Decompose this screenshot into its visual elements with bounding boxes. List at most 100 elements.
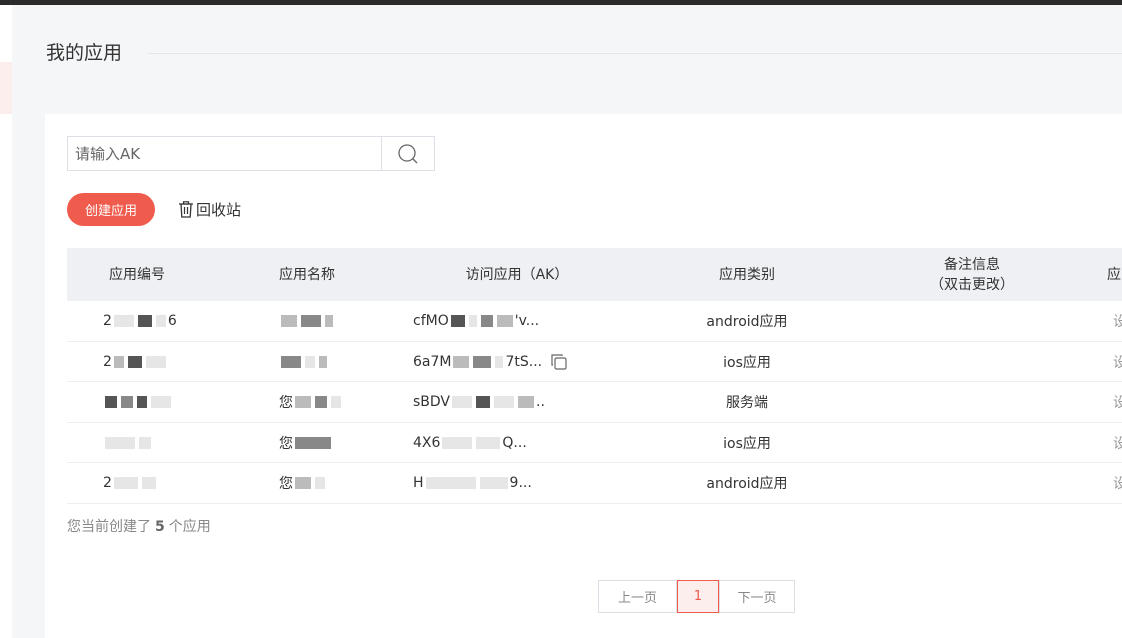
redaction [295, 477, 311, 489]
table-row: 您 4X6 Q... ios应用 设 [67, 423, 1122, 463]
app-name-cell [279, 342, 399, 382]
main-panel: 创建应用 回收站 应用编号 应用名称 访问应用（AK） 应用类别 备注信息 （双… [45, 114, 1122, 638]
redaction [480, 315, 493, 327]
operation-link[interactable]: 设 [1113, 382, 1122, 422]
app-type-cell: ios应用 [723, 435, 771, 452]
search-input[interactable] [68, 137, 381, 170]
ak-text: sBDV [413, 394, 451, 410]
app-id-cell: 2 [103, 342, 223, 382]
table-header: 应用编号 应用名称 访问应用（AK） 应用类别 备注信息 （双击更改） 应 [67, 248, 1122, 301]
header-remark-line1: 备注信息 [944, 256, 1000, 273]
app-id-cell [103, 423, 223, 463]
app-name-cell [279, 301, 399, 341]
redaction [295, 436, 331, 449]
app-name-text: 您 [279, 476, 293, 492]
redaction [319, 355, 327, 368]
redaction [476, 436, 501, 449]
redaction [473, 355, 492, 368]
header-app-type: 应用类别 [719, 266, 775, 283]
redaction [155, 315, 166, 327]
redaction [325, 315, 333, 327]
redaction [479, 477, 508, 489]
redaction [281, 355, 301, 368]
redaction [295, 396, 311, 408]
app-name-cell: 您 [279, 382, 399, 422]
header-app-name: 应用名称 [279, 266, 335, 283]
redaction [113, 355, 124, 368]
pagination: 上一页 1 下一页 [598, 580, 795, 613]
redaction [139, 436, 151, 449]
ak-tail: 'v... [514, 313, 540, 329]
app-type-cell: android应用 [706, 476, 788, 492]
ak-cell: sBDV.. [413, 382, 603, 422]
redaction [315, 477, 325, 489]
redaction [494, 396, 515, 408]
redaction [105, 396, 117, 408]
redaction [281, 315, 297, 327]
operation-link[interactable]: 设 [1113, 342, 1122, 382]
redaction [301, 315, 321, 327]
app-id-text: 2 [103, 353, 112, 370]
app-type-cell: 服务端 [726, 395, 768, 411]
redaction [450, 315, 465, 327]
ak-tail: 7tS... [505, 353, 543, 370]
redaction [453, 355, 470, 368]
next-page-button[interactable]: 下一页 [719, 580, 795, 613]
redaction [137, 396, 147, 408]
summary-suffix: 个应用 [168, 519, 211, 535]
app-name-text: 您 [279, 395, 293, 411]
title-divider [148, 53, 1122, 54]
ak-cell: H 9... [413, 463, 603, 503]
summary-prefix: 您当前创建了 [67, 519, 151, 535]
header-remark-line2: （双击更改） [930, 276, 1014, 293]
redaction [305, 355, 315, 368]
left-active-marker [0, 62, 12, 114]
operation-link[interactable]: 设 [1113, 463, 1122, 503]
header-app-id: 应用编号 [109, 266, 165, 283]
operation-link[interactable]: 设 [1113, 423, 1122, 463]
redaction [452, 396, 473, 408]
search-icon [398, 143, 418, 163]
app-type-cell: android应用 [706, 314, 788, 330]
ak-tail: 9... [509, 475, 532, 491]
ak-tail: Q... [502, 434, 527, 451]
ak-cell: cfMO 'v... [413, 301, 603, 341]
ak-text: cfMO [413, 313, 449, 329]
recycle-bin-label: 回收站 [196, 200, 242, 219]
trash-icon [179, 200, 193, 218]
redaction [495, 355, 504, 368]
header-remark: 备注信息 （双击更改） [897, 248, 1047, 301]
redaction [137, 315, 152, 327]
ak-cell: 6a7M 7tS... [413, 342, 603, 382]
app-count: 5 [155, 519, 165, 535]
redaction [518, 396, 535, 408]
table-row: 2 6a7M 7tS... ios应用 设 [67, 342, 1122, 382]
redaction [468, 315, 477, 327]
recycle-bin-link[interactable]: 回收站 [178, 197, 241, 221]
copy-icon[interactable] [550, 353, 568, 371]
prev-page-button[interactable]: 上一页 [598, 580, 677, 613]
redaction [141, 477, 156, 489]
app-name-cell: 您 [279, 463, 399, 503]
redaction [113, 477, 138, 489]
page-1-button[interactable]: 1 [677, 580, 719, 613]
app-name-text: 您 [279, 435, 293, 452]
header-operation: 应 [1107, 266, 1121, 283]
app-id-cell [103, 382, 223, 422]
ak-cell: 4X6 Q... [413, 423, 603, 463]
search-button[interactable] [381, 137, 434, 170]
table-row: 2 您 H 9... android应用 设 [67, 463, 1122, 504]
redaction [145, 355, 166, 368]
ak-text: 4X6 [413, 434, 441, 451]
redaction [105, 436, 135, 449]
redaction [442, 436, 473, 449]
app-type-cell: ios应用 [723, 354, 771, 371]
apps-table: 应用编号 应用名称 访问应用（AK） 应用类别 备注信息 （双击更改） 应 2 6… [67, 248, 1122, 504]
redaction [476, 396, 491, 408]
ak-text: 6a7M [413, 353, 452, 370]
create-app-button[interactable]: 创建应用 [67, 193, 155, 226]
redaction [113, 315, 134, 327]
redaction [425, 477, 476, 489]
operation-link[interactable]: 设 [1113, 301, 1122, 341]
table-row: 26 cfMO'v... android应用 设 [67, 301, 1122, 342]
